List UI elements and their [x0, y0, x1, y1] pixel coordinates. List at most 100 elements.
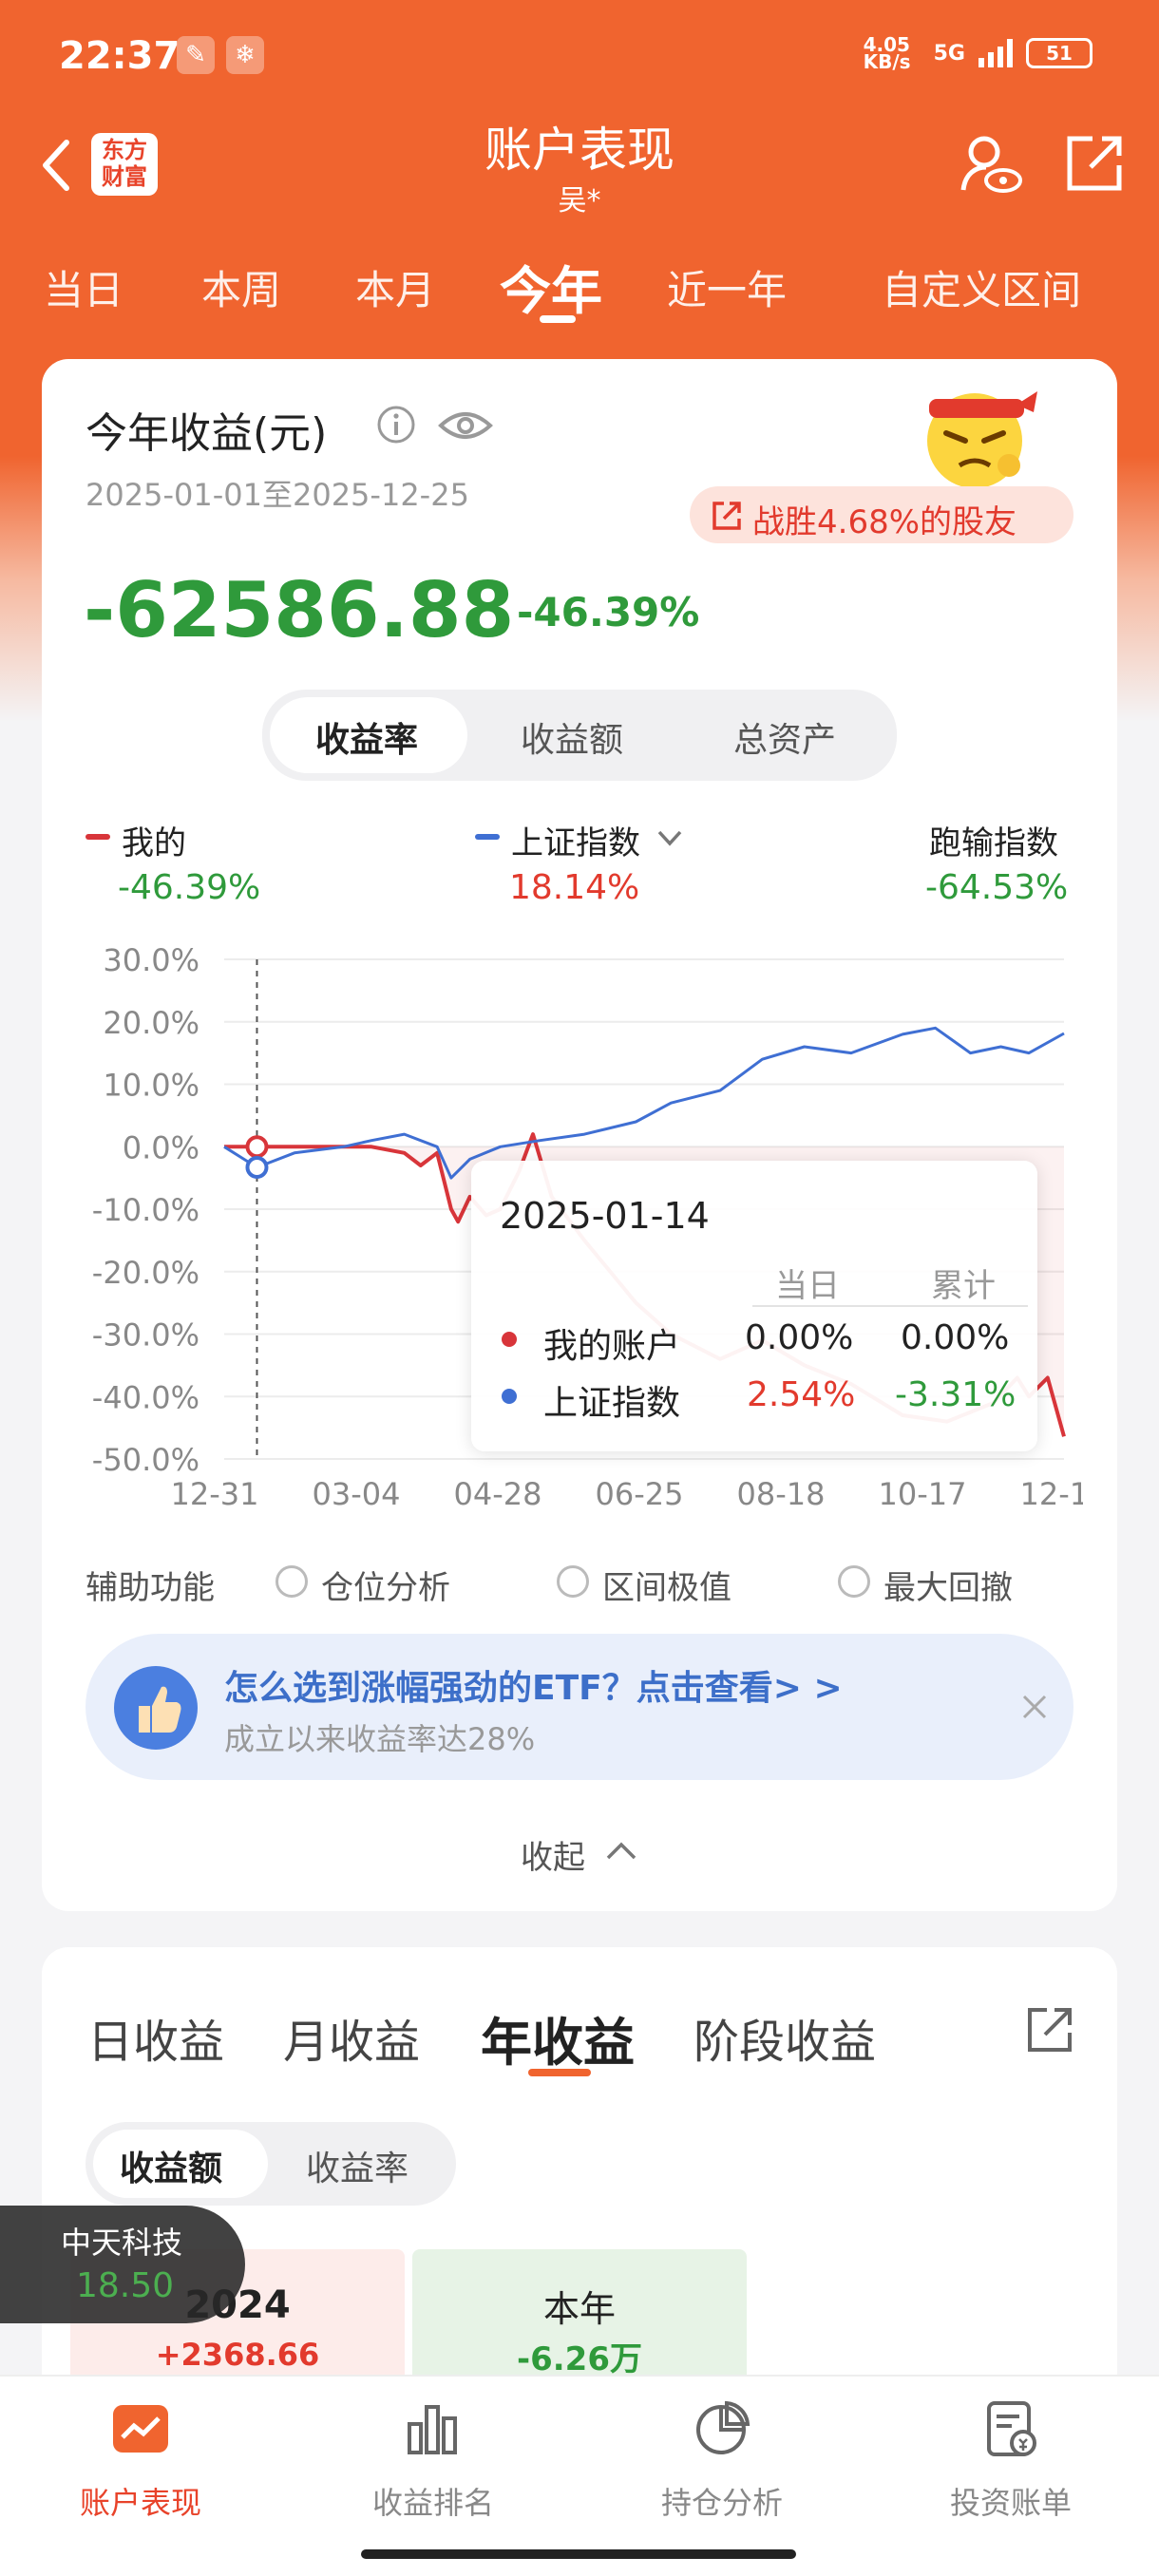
eye-icon[interactable]	[437, 407, 494, 445]
stock-float-price: 18.50	[76, 2266, 175, 2305]
segment-returns-rate[interactable]: 收益率	[306, 2141, 408, 2190]
year-card-current-year: 本年	[542, 2288, 616, 2330]
x-tick-label: 03-04	[313, 1476, 401, 1510]
chevron-up-icon[interactable]	[604, 1839, 638, 1862]
stock-float-name: 中天科技	[61, 2225, 183, 2261]
y-tick-label: 20.0%	[103, 1005, 200, 1041]
export-icon[interactable]	[1024, 2004, 1075, 2055]
x-tick-label: 10-17	[879, 1476, 967, 1510]
y-tick-label: -30.0%	[92, 1317, 200, 1354]
tab-yearly-returns[interactable]: 年收益	[481, 2000, 635, 2075]
index-legend-label[interactable]: 上证指数	[511, 817, 640, 863]
battery-icon: 51	[1026, 38, 1092, 68]
tooltip-mine-name: 我的账户	[543, 1327, 681, 1366]
bottom-nav: 账户表现 收益排名 持仓分析 投资账单	[0, 2375, 1159, 2576]
etf-promo-banner[interactable]: 怎么选到涨幅强劲的ETF？点击查看> > 成立以来收益率达28%	[86, 1634, 1074, 1780]
promo-title: 怎么选到涨幅强劲的ETF？点击查看> >	[224, 1669, 843, 1708]
stock-float-widget[interactable]: 中天科技 18.50	[0, 2206, 245, 2323]
segment-assets[interactable]: 总资产	[733, 712, 836, 762]
network-speed: 4.05 KB/s	[863, 33, 911, 73]
nav-holdings-analysis[interactable]: 持仓分析	[618, 2399, 826, 2523]
tooltip-index-name: 上证指数	[543, 1384, 681, 1423]
status-time: 22:37	[59, 34, 180, 78]
tab-custom-range[interactable]: 自定义区间	[882, 258, 1081, 316]
index-legend-value: 18.14%	[509, 868, 640, 907]
promo-subtitle: 成立以来收益率达28%	[224, 1721, 536, 1757]
info-icon[interactable]	[376, 405, 416, 445]
x-tick-label: 12-10	[1020, 1476, 1083, 1510]
segment-returns-amount[interactable]: 收益额	[120, 2141, 222, 2190]
rank-badge-label: 战胜4.68%的股友	[752, 503, 1017, 541]
range-extreme-radio[interactable]	[557, 1565, 589, 1598]
tab-today[interactable]: 当日	[44, 258, 124, 316]
index-point-marker	[245, 1156, 269, 1180]
y-tick-label: 0.0%	[123, 1129, 200, 1165]
bill-icon	[987, 2401, 1036, 2456]
wrench-icon: ✎	[177, 36, 215, 74]
y-tick-label: -50.0%	[92, 1442, 200, 1478]
nav-account-performance[interactable]: 账户表现	[36, 2399, 245, 2523]
line-chart-icon	[113, 2405, 168, 2453]
rank-badge[interactable]: 战胜4.68%的股友	[690, 486, 1074, 543]
segment-rate[interactable]: 收益率	[315, 712, 418, 762]
tab-stage-returns[interactable]: 阶段收益	[694, 2004, 876, 2071]
nav-holdings-analysis-label: 持仓分析	[660, 2485, 783, 2521]
tooltip-mine-day: 0.00%	[745, 1318, 854, 1357]
tooltip-mine-dot	[502, 1332, 517, 1347]
year-card-2024-value: +2368.66	[155, 2337, 320, 2373]
tooltip-col-total: 累计	[931, 1267, 996, 1305]
year-card-current[interactable]: 本年 -6.26万	[412, 2249, 747, 2382]
tooltip-divider	[752, 1305, 1028, 1307]
nav-investment-bill-label: 投资账单	[949, 2485, 1072, 2521]
nav-account-performance-label: 账户表现	[79, 2485, 201, 2521]
pie-chart-icon	[696, 2400, 750, 2454]
tab-monthly-returns[interactable]: 月收益	[283, 2004, 420, 2071]
segment-amount[interactable]: 收益额	[521, 712, 623, 762]
position-analysis-radio[interactable]	[276, 1565, 308, 1598]
network-type: 5G	[933, 41, 965, 66]
mine-legend-value: -46.39%	[118, 868, 261, 907]
tab-week[interactable]: 本周	[201, 258, 281, 316]
profit-amount: -62586.88	[84, 566, 515, 654]
returns-segmented-control: 收益额 收益率	[86, 2122, 456, 2206]
nav-returns-ranking[interactable]: 收益排名	[329, 2399, 538, 2523]
position-analysis-label[interactable]: 仓位分析	[321, 1562, 450, 1608]
y-tick-label: -40.0%	[92, 1379, 200, 1415]
app-notification-icon: ❄	[226, 36, 264, 74]
date-range: 2025-01-01至2025-12-25	[86, 477, 469, 513]
max-drawdown-radio[interactable]	[838, 1565, 870, 1598]
range-extreme-label[interactable]: 区间极值	[602, 1562, 732, 1608]
mine-legend-swatch	[86, 834, 110, 840]
tab-month[interactable]: 本月	[355, 258, 435, 316]
chart-tooltip: 2025-01-14 当日 累计 我的账户 0.00% 0.00% 上证指数 2…	[471, 1161, 1037, 1451]
tooltip-col-day: 当日	[775, 1267, 840, 1305]
metric-segmented-control: 收益率 收益额 总资产	[262, 690, 897, 781]
index-legend-swatch	[475, 834, 500, 840]
tab-daily-returns[interactable]: 日收益	[87, 2004, 224, 2071]
x-tick-label: 08-18	[737, 1476, 826, 1510]
year-card-current-value: -6.26万	[517, 2340, 642, 2378]
share-icon[interactable]	[1064, 131, 1127, 194]
y-tick-label: -20.0%	[92, 1255, 200, 1291]
tooltip-index-dot	[502, 1389, 517, 1404]
y-tick-label: -10.0%	[92, 1192, 200, 1228]
bar-chart-icon	[408, 2405, 457, 2454]
x-tick-label: 06-25	[596, 1476, 684, 1510]
thumbs-up-icon	[114, 1666, 198, 1750]
chevron-down-icon[interactable]	[656, 826, 684, 849]
signal-icon	[978, 39, 1013, 67]
close-icon[interactable]	[1020, 1693, 1049, 1721]
max-drawdown-label[interactable]: 最大回撤	[884, 1562, 1013, 1608]
tab-last-year[interactable]: 近一年	[667, 258, 787, 316]
period-tabs: 当日 本周 本月 今年 近一年 自定义区间	[0, 249, 1159, 325]
aux-label: 辅助功能	[86, 1569, 215, 1607]
mine-point-marker	[245, 1135, 269, 1159]
tooltip-mine-total: 0.00%	[901, 1318, 1010, 1357]
status-right: 4.05 KB/s 5G 51	[863, 33, 1092, 73]
account-view-icon[interactable]	[958, 131, 1024, 198]
nav-investment-bill[interactable]: 投资账单	[906, 2399, 1115, 2523]
summary-title: 今年收益(元)	[86, 409, 328, 458]
collapse-button-label[interactable]: 收起	[521, 1831, 585, 1878]
tab-year[interactable]: 今年	[500, 249, 602, 324]
y-tick-label: 30.0%	[103, 942, 200, 978]
